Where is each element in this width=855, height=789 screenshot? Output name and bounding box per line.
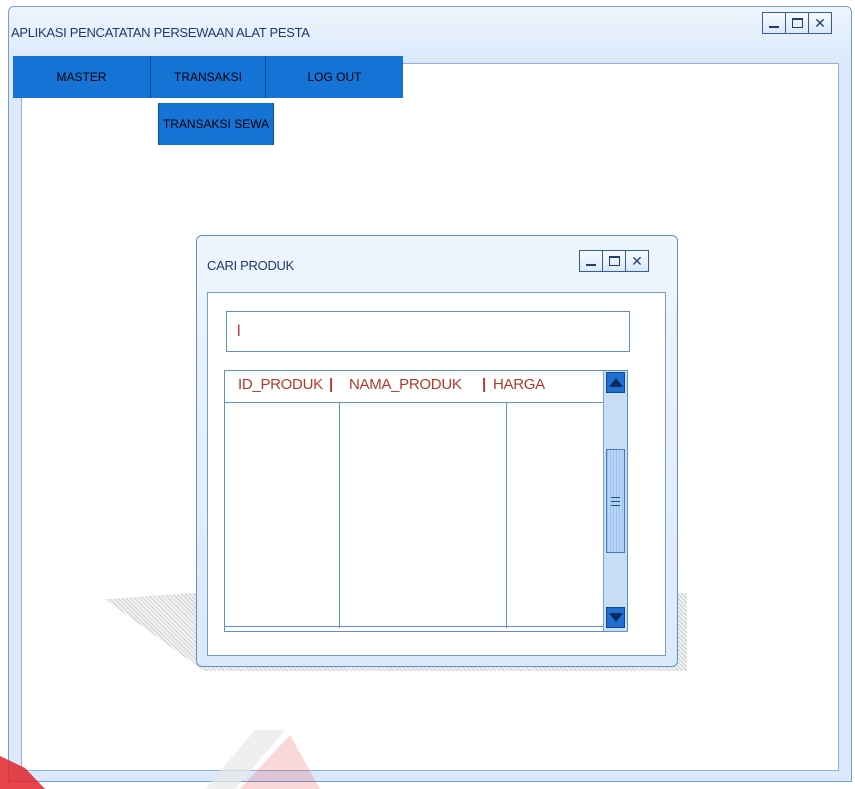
frame-left (9, 63, 21, 781)
grid-bottom-line (225, 626, 603, 627)
dialog-title: CARI PRODUK (207, 258, 294, 273)
minimize-icon (769, 26, 779, 28)
column-divider (339, 403, 340, 628)
watermark-left-shape (0, 756, 45, 789)
app-title: APLIKASI PENCATATAN PERSEWAAN ALAT PESTA (11, 25, 310, 40)
maximize-icon (608, 256, 620, 266)
frame-right (839, 63, 851, 781)
dialog-window-controls: ✕ (579, 250, 649, 272)
dialog-close-button[interactable]: ✕ (625, 250, 649, 272)
menu-item-transaksi[interactable]: TRANSAKSI (150, 56, 266, 98)
close-icon: ✕ (814, 15, 826, 31)
menu-bar: MASTER TRANSAKSI LOG OUT (13, 56, 403, 98)
column-divider (506, 403, 507, 628)
cari-produk-dialog: CARI PRODUK ✕ l ID_PRODUK | NAMA_PRODUK … (196, 235, 678, 667)
column-header-nama-produk[interactable]: NAMA_PRODUK (349, 376, 462, 393)
menu-item-label: MASTER (56, 70, 107, 84)
main-window-controls: ✕ (762, 12, 832, 34)
close-icon: ✕ (631, 253, 643, 269)
dialog-body: l ID_PRODUK | NAMA_PRODUK | HARGA (207, 292, 666, 656)
main-maximize-button[interactable] (785, 12, 809, 34)
column-separator: | (482, 376, 486, 393)
scroll-up-icon (608, 378, 623, 387)
main-minimize-button[interactable] (762, 12, 786, 34)
search-input[interactable]: l (226, 311, 630, 352)
vertical-scrollbar[interactable] (603, 371, 627, 631)
menu-item-logout[interactable]: LOG OUT (266, 56, 403, 98)
dialog-maximize-button[interactable] (602, 250, 626, 272)
scroll-thumb[interactable] (606, 449, 625, 553)
menu-item-label: TRANSAKSI (173, 70, 242, 84)
submenu-item-label: TRANSAKSI SEWA (162, 117, 270, 131)
menu-item-master[interactable]: MASTER (13, 56, 150, 98)
grip-icon (611, 496, 620, 506)
scroll-down-button[interactable] (606, 607, 625, 628)
grid-header: ID_PRODUK | NAMA_PRODUK | HARGA (225, 371, 603, 403)
dialog-minimize-button[interactable] (579, 250, 603, 272)
main-titlebar[interactable]: APLIKASI PENCATATAN PERSEWAAN ALAT PESTA (9, 7, 851, 63)
scroll-up-button[interactable] (606, 372, 625, 393)
column-header-id-produk[interactable]: ID_PRODUK (238, 376, 323, 393)
menu-item-label: LOG OUT (307, 70, 362, 84)
column-header-harga[interactable]: HARGA (493, 376, 545, 393)
watermark-logo (0, 730, 320, 789)
product-grid[interactable]: ID_PRODUK | NAMA_PRODUK | HARGA (224, 370, 628, 632)
submenu-item-transaksi-sewa[interactable]: TRANSAKSI SEWA (158, 103, 274, 145)
maximize-icon (791, 18, 803, 28)
scroll-down-icon (608, 613, 623, 622)
minimize-icon (586, 264, 596, 266)
main-close-button[interactable]: ✕ (808, 12, 832, 34)
column-separator: | (329, 376, 333, 393)
